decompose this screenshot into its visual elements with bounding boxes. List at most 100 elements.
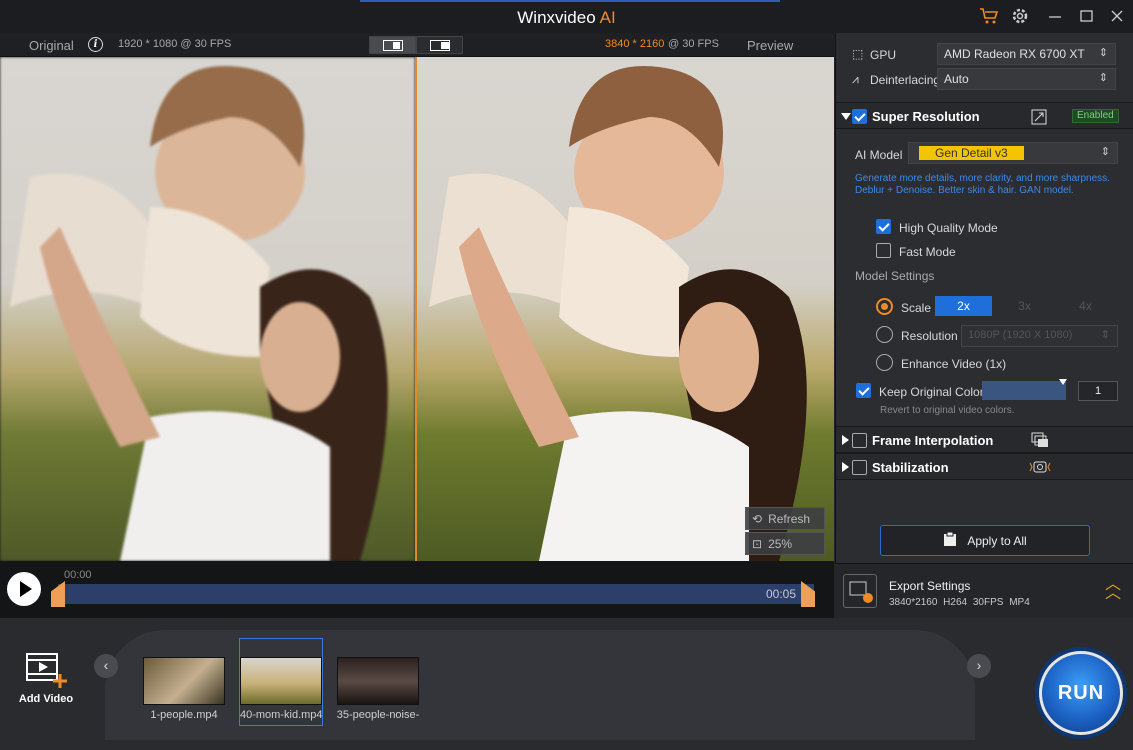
stabilization-section[interactable]: Stabilization <box>836 453 1133 480</box>
resolution-value: 1080P (1920 X 1080) <box>968 329 1073 341</box>
super-resolution-checkbox[interactable] <box>852 109 867 124</box>
enhance-label: Enhance Video (1x) <box>901 357 1007 371</box>
split-view-button[interactable] <box>369 36 416 54</box>
gpu-icon: ⬚ <box>852 47 864 61</box>
ai-model-label: AI Model <box>855 148 903 162</box>
original-video-image <box>0 57 415 561</box>
export-settings[interactable]: Export Settings 3840*2160 H264 30FPS MP4… <box>835 563 1133 618</box>
fast-mode-label: Fast Mode <box>899 245 956 259</box>
thumbnail-image <box>240 657 322 705</box>
frame-interpolation-section[interactable]: Frame Interpolation <box>836 426 1133 453</box>
resolution-radio[interactable] <box>876 326 893 343</box>
timeline-track[interactable] <box>58 584 814 604</box>
thumbnail-label: 35-people-noise- <box>336 709 420 721</box>
super-resolution-section[interactable]: Super Resolution Enabled <box>836 102 1133 129</box>
frame-interpolation-title: Frame Interpolation <box>872 433 994 448</box>
color-strength-input[interactable]: 1 <box>1078 381 1118 401</box>
gpu-value: AMD Radeon RX 6700 XT <box>944 47 1085 61</box>
scale-radio[interactable] <box>876 298 893 315</box>
thumbnail-image <box>143 657 225 705</box>
video-thumbnail[interactable]: 35-people-noise- <box>336 640 420 721</box>
export-settings-details: 3840*2160 H264 30FPS MP4 <box>889 597 1030 608</box>
info-icon[interactable]: i <box>88 37 103 52</box>
thumbnail-label: 40-mom-kid.mp4 <box>240 709 322 721</box>
export-settings-icon <box>843 574 877 608</box>
ai-model-value: Gen Detail v3 <box>919 146 1024 160</box>
export-settings-title: Export Settings <box>889 579 971 593</box>
zoom-icon: ⊡ <box>752 536 763 551</box>
cart-icon[interactable] <box>978 6 1000 26</box>
enabled-badge: Enabled <box>1072 109 1119 123</box>
preview-label: Preview <box>747 38 794 53</box>
add-video-icon <box>26 653 67 688</box>
deinterlacing-select[interactable]: Auto ⇕ <box>937 68 1116 90</box>
zoom-button[interactable]: ⊡ 25% <box>745 532 825 555</box>
original-label: Original <box>29 38 74 53</box>
scale-3x-button[interactable]: 3x <box>996 296 1053 316</box>
chevron-updown-icon: ⇕ <box>1098 72 1108 84</box>
original-info: 1920 * 1080 @ 30 FPS <box>118 38 232 50</box>
thumbnail-image <box>337 657 419 705</box>
preview-resolution: 3840 * 2160 <box>605 38 665 50</box>
add-video-button[interactable]: Add Video <box>16 650 76 705</box>
apply-to-all-label: Apply to All <box>967 533 1027 548</box>
minimize-icon[interactable] <box>1044 6 1066 26</box>
title-bar: Winxvideo AI <box>0 0 1133 33</box>
refresh-button[interactable]: ⟲ Refresh <box>745 507 825 530</box>
resolution-select[interactable]: 1080P (1920 X 1080) ⇕ <box>961 325 1118 347</box>
refresh-label: Refresh <box>768 511 811 526</box>
keep-colors-label: Keep Original Colors <box>879 385 990 399</box>
clipboard-icon <box>943 531 957 550</box>
maximize-icon[interactable] <box>1076 6 1098 26</box>
side-by-side-button[interactable] <box>416 36 463 54</box>
resolution-label: Resolution <box>901 329 958 343</box>
settings-panel: ⬚ GPU AMD Radeon RX 6700 XT ⇕ ⩘ Deinterla… <box>835 33 1133 563</box>
chevron-updown-icon: ⇕ <box>1100 329 1110 341</box>
settings-gear-icon[interactable] <box>1009 6 1031 26</box>
timeline: 00:00 00:05 <box>0 561 834 618</box>
run-button[interactable]: RUN <box>1039 651 1123 735</box>
zoom-label: 25% <box>768 536 793 551</box>
app-suffix: AI <box>599 8 616 27</box>
deinterlacing-label: Deinterlacing <box>870 73 941 87</box>
deinterlacing-value: Auto <box>944 72 969 86</box>
refresh-icon: ⟲ <box>752 511 763 526</box>
scroll-right-button[interactable]: › <box>967 654 991 678</box>
app-window: Winxvideo AI Original i 1920 * 1080 @ 30 … <box>0 0 1133 750</box>
expand-triangle-icon[interactable] <box>842 462 849 472</box>
preview-frame <box>417 57 834 561</box>
play-button[interactable] <box>7 572 41 606</box>
scale-4x-button[interactable]: 4x <box>1057 296 1114 316</box>
scale-label: Scale <box>901 301 932 315</box>
expand-up-icon[interactable]: ︿ ︿ <box>1105 577 1121 602</box>
frame-interpolation-checkbox[interactable] <box>852 433 867 448</box>
enhance-radio[interactable] <box>876 354 893 371</box>
stabilization-checkbox[interactable] <box>852 460 867 475</box>
video-viewer: Original i 1920 * 1080 @ 30 FPS 3840 * 2… <box>0 33 834 618</box>
original-frame <box>0 57 415 561</box>
high-quality-label: High Quality Mode <box>899 221 998 235</box>
video-thumbnail-selected[interactable]: 40-mom-kid.mp4 <box>239 638 323 726</box>
side-by-side-icon <box>429 39 450 51</box>
preview-video-image <box>417 57 834 561</box>
gpu-label: GPU <box>870 48 897 62</box>
expand-triangle-icon[interactable] <box>842 435 849 445</box>
expand-triangle-icon[interactable] <box>841 113 851 120</box>
ai-model-select[interactable]: Gen Detail v3 ⇕ <box>908 142 1118 164</box>
color-strength-slider[interactable] <box>982 379 1067 400</box>
scroll-left-button[interactable]: ‹ <box>94 654 118 678</box>
preview-fps: @ 30 FPS <box>668 38 719 50</box>
gpu-select[interactable]: AMD Radeon RX 6700 XT ⇕ <box>937 43 1116 65</box>
scale-2x-button[interactable]: 2x <box>935 296 992 316</box>
deinterlacing-icon: ⩘ <box>852 72 859 86</box>
video-thumbnail[interactable]: 1-people.mp4 <box>142 640 226 721</box>
close-icon[interactable] <box>1106 6 1128 26</box>
thumbnail-label: 1-people.mp4 <box>150 709 218 721</box>
apply-to-all-button[interactable]: Apply to All <box>880 525 1090 556</box>
resize-icon[interactable] <box>1031 109 1047 128</box>
keep-colors-checkbox[interactable] <box>856 383 871 398</box>
high-quality-checkbox[interactable] <box>876 219 891 234</box>
fast-mode-checkbox[interactable] <box>876 243 891 258</box>
title-accent-line <box>360 0 780 2</box>
app-name: Winxvideo <box>517 8 596 27</box>
